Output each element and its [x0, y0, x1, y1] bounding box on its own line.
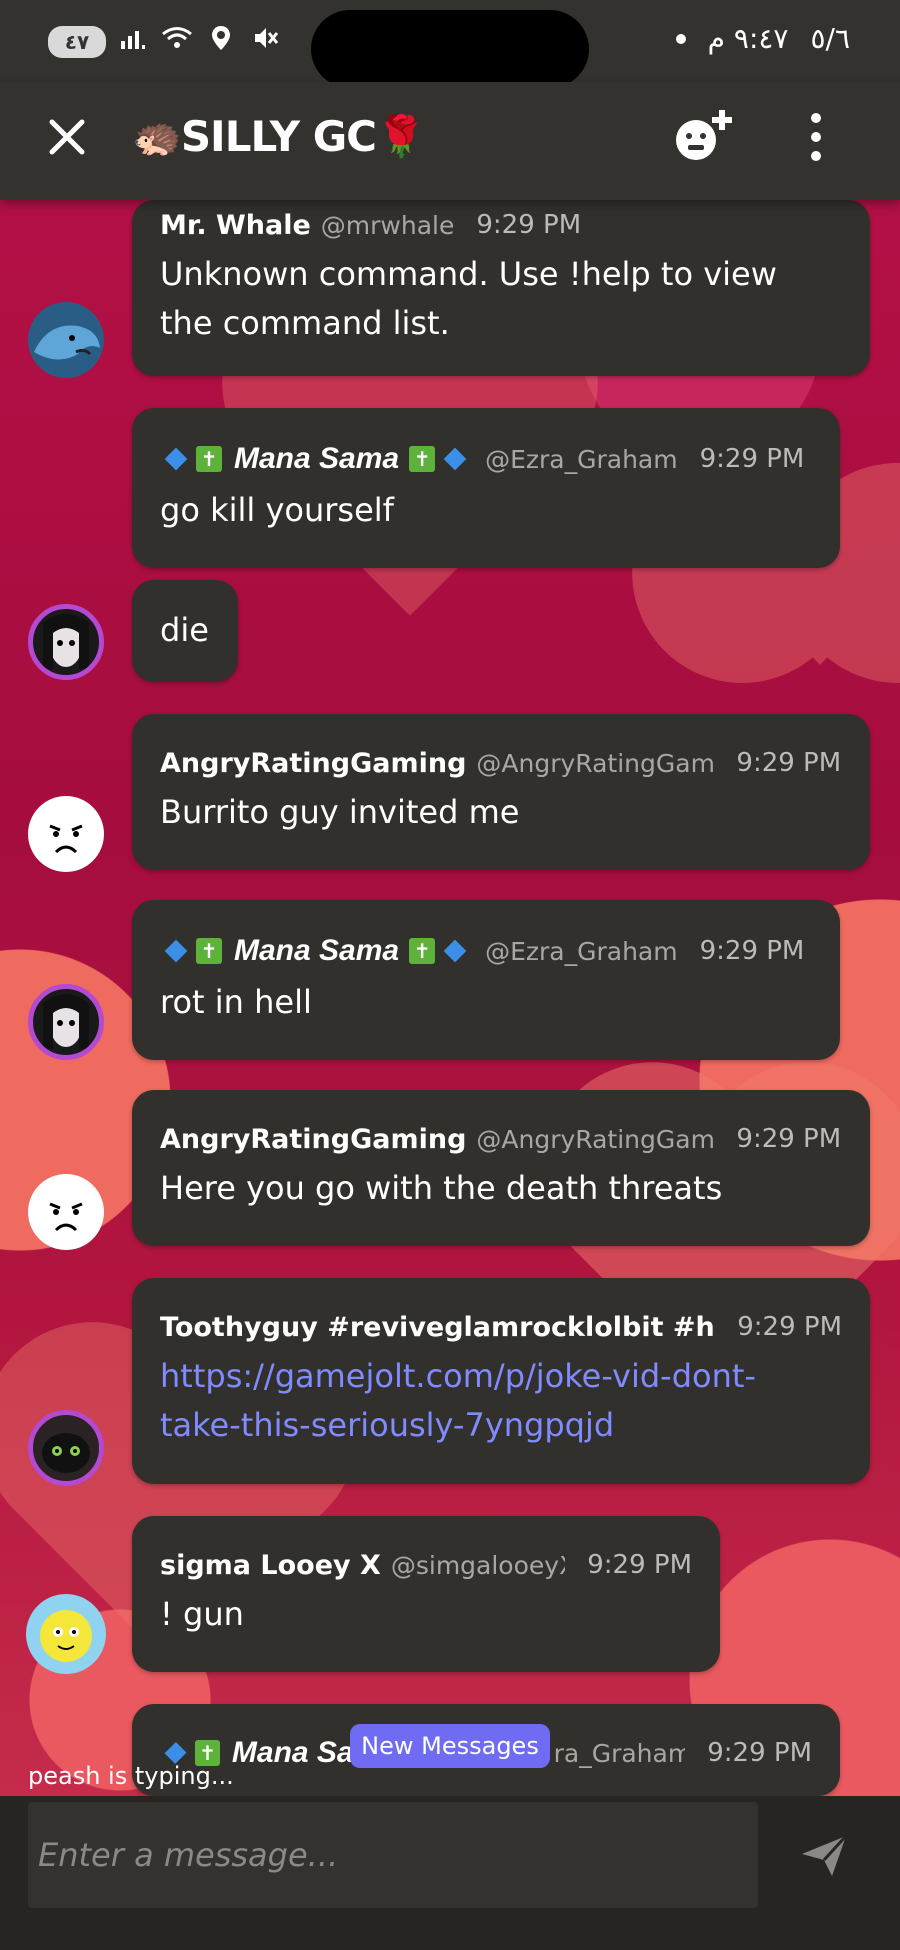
message-time: 9:29 PM — [707, 1738, 812, 1768]
chat-title-text: SILLY GC — [180, 112, 377, 161]
send-icon — [802, 1834, 848, 1876]
signal-bars-icon — [116, 25, 150, 58]
message-handle: @simgalooeyX — [390, 1550, 566, 1580]
mute-icon — [248, 24, 282, 59]
message-bubble[interactable]: sigma Looey X @simgalooeyX 9:29 PM ! gun — [132, 1516, 720, 1672]
avatar[interactable] — [28, 1410, 104, 1486]
message-bubble[interactable]: ✝ Mana Sama ✝ @Ezra_Graham 9:29 PM go ki… — [132, 408, 840, 568]
message-author[interactable]: Mr. Whale — [160, 210, 311, 241]
message-text: ! gun — [160, 1595, 244, 1633]
add-friend-button[interactable] — [672, 106, 738, 166]
message-author[interactable]: sigma Looey X — [160, 1550, 381, 1581]
cross-badge-icon: ✝ — [196, 446, 222, 472]
message-author[interactable]: Mana Sama — [234, 442, 399, 476]
more-vertical-icon — [811, 112, 821, 123]
notification-dot — [675, 33, 686, 44]
chat-header: 🦔 SILLY GC 🌹 — [0, 82, 900, 200]
avatar[interactable] — [26, 1594, 106, 1674]
message-link-line[interactable]: https://gamejolt.com/p/joke-vid-dont- — [160, 1352, 842, 1401]
diamond-badge-icon — [164, 939, 188, 963]
message-text: Burrito guy invited me — [160, 793, 520, 831]
status-time: ٩:٤٧ م — [707, 22, 789, 55]
message-input[interactable] — [28, 1802, 758, 1908]
new-messages-button[interactable]: New Messages — [350, 1724, 550, 1768]
message-bubble[interactable]: Mr. Whale @mrwhale 9:29 PM Unknown comma… — [132, 200, 870, 376]
message-handle: @AngryRatingGami — [476, 1124, 715, 1154]
message-bubble[interactable]: AngryRatingGaming @AngryRatingGami 9:29 … — [132, 1090, 870, 1246]
message-text: rot in hell — [160, 983, 312, 1021]
message-time: 9:29 PM — [736, 748, 842, 778]
message-bubble[interactable]: AngryRatingGaming @AngryRatingGami 9:29 … — [132, 714, 870, 870]
cross-badge-icon: ✝ — [196, 938, 222, 964]
battery-indicator: ٤٧ — [48, 25, 106, 58]
cross-badge-icon: ✝ — [409, 446, 436, 472]
close-icon — [49, 119, 85, 155]
diamond-badge-icon — [164, 447, 188, 471]
message-text: Here you go with the death threats — [160, 1169, 723, 1207]
location-icon — [204, 24, 238, 59]
message-text: go kill yourself — [160, 491, 394, 529]
message-link[interactable]: https://gamejolt.com/p/joke-vid-dont- ta… — [160, 1352, 842, 1450]
message-handle: @AngryRatingGami — [476, 748, 715, 778]
rose-emoji: 🌹 — [376, 114, 426, 160]
message-text: the command list. — [160, 304, 450, 342]
message-bubble[interactable]: ✝ Mana Sama ✝ @Ezra_Graham 9:29 PM rot i… — [132, 900, 840, 1060]
message-link-line[interactable]: take-this-seriously-7yngpqjd — [160, 1401, 842, 1450]
message-author[interactable]: Mana Sa — [232, 1736, 354, 1770]
message-author[interactable]: Toothyguy #reviveglamrocklolbit #help — [160, 1312, 715, 1343]
message-bubble[interactable]: die — [132, 580, 238, 682]
message-author[interactable]: AngryRatingGaming — [160, 748, 466, 779]
message-time: 9:29 PM — [699, 444, 805, 474]
send-button[interactable] — [800, 1834, 848, 1878]
diamond-badge-icon — [443, 939, 467, 963]
status-bar: ٤٧ ٩:٤٧ م ٥/٦ — [0, 0, 900, 88]
more-options-button[interactable] — [800, 108, 832, 166]
message-handle: ra_Graham — [553, 1738, 686, 1768]
message-author[interactable]: AngryRatingGaming — [160, 1124, 466, 1155]
wifi-icon — [160, 25, 194, 58]
camera-cutout — [311, 10, 589, 88]
message-text: Unknown command. Use !help to view — [160, 255, 777, 293]
message-bubble[interactable]: Toothyguy #reviveglamrocklolbit #help 9:… — [132, 1278, 870, 1484]
diamond-badge-icon — [443, 447, 467, 471]
hedgehog-emoji: 🦔 — [132, 114, 182, 160]
message-time: 9:29 PM — [736, 1124, 842, 1154]
message-time: 9:29 PM — [587, 1550, 692, 1580]
message-handle: @mrwhale — [320, 210, 455, 240]
diamond-badge-icon — [164, 1741, 187, 1765]
chat-title: 🦔 SILLY GC 🌹 — [132, 112, 426, 161]
cross-badge-icon: ✝ — [409, 938, 436, 964]
status-date: ٥/٦ — [810, 22, 850, 55]
avatar[interactable] — [28, 984, 104, 1060]
avatar[interactable] — [28, 302, 104, 378]
message-time: 9:29 PM — [737, 1312, 842, 1342]
add-friend-icon — [676, 110, 732, 160]
message-handle: @Ezra_Graham — [485, 936, 678, 966]
message-text: die — [160, 611, 209, 649]
avatar[interactable] — [28, 796, 104, 872]
message-composer — [0, 1796, 900, 1950]
avatar[interactable] — [28, 1174, 104, 1250]
close-button[interactable] — [40, 110, 94, 164]
typing-indicator: peash is typing... — [28, 1762, 234, 1790]
message-time: 9:29 PM — [476, 210, 582, 240]
message-author[interactable]: Mana Sama — [234, 934, 399, 968]
message-handle: @Ezra_Graham — [485, 444, 678, 474]
avatar[interactable] — [28, 604, 104, 680]
message-time: 9:29 PM — [699, 936, 805, 966]
